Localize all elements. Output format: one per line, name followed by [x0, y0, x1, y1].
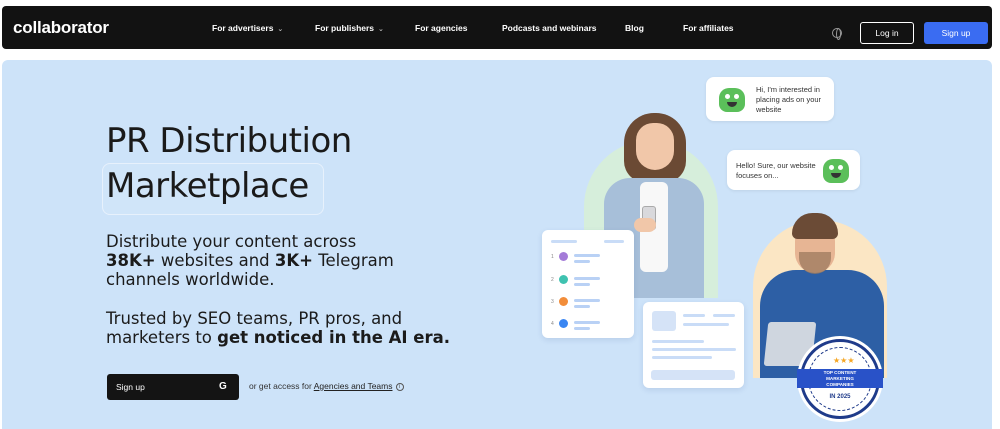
list-dot: [559, 319, 568, 328]
access-text: or get access for Agencies and Teams i: [249, 381, 404, 391]
info-icon[interactable]: i: [395, 382, 404, 391]
badge-year: IN 2025: [829, 394, 851, 400]
list-dot: [559, 252, 568, 261]
chevron-down-icon: ⌄: [378, 26, 384, 33]
login-button[interactable]: Log in: [860, 22, 914, 44]
nav-item-publishers[interactable]: For publishers ⌄: [315, 23, 384, 33]
signup-button[interactable]: Sign up: [924, 22, 988, 44]
nav-item-agencies[interactable]: For agencies: [415, 23, 467, 33]
badge-ribbon: TOP CONTENT MARKETING COMPANIES: [797, 369, 883, 388]
list-dot: [559, 275, 568, 284]
row-number: 4: [551, 321, 554, 327]
row-number: 1: [551, 254, 554, 260]
google-icon: G: [219, 381, 227, 392]
hero-signup-button[interactable]: Sign up G: [107, 374, 239, 400]
chat-bubble-publisher: Hello! Sure, our website focuses on...: [727, 150, 860, 190]
chat-bubble-advertiser: Hi, I'm interested in placing ads on you…: [706, 77, 834, 121]
nav-item-podcasts[interactable]: Podcasts and webinars: [502, 23, 596, 33]
monster-avatar-icon: [823, 159, 849, 183]
hero-title-line2: Marketplace: [106, 166, 309, 206]
chat-bubble-text: Hello! Sure, our website focuses on...: [736, 161, 816, 180]
agencies-teams-link[interactable]: Agencies and Teams: [314, 381, 393, 391]
star-icon: ★★★: [833, 356, 855, 365]
list-dot: [559, 297, 568, 306]
chat-bubble-text: Hi, I'm interested in placing ads on you…: [756, 85, 822, 114]
ranking-list-card: 1 2 3 4: [542, 230, 634, 338]
award-badge: ★★★ TOP CONTENT MARKETING COMPANIES IN 2…: [797, 339, 883, 419]
monster-avatar-icon: [719, 88, 745, 112]
content-form-card: [643, 302, 744, 388]
woman-face: [636, 123, 674, 170]
hero-signup-label: Sign up: [116, 382, 145, 392]
row-number: 2: [551, 277, 554, 283]
top-navbar: collaborator For advertisers ⌄ For publis…: [2, 6, 992, 49]
logo[interactable]: collaborator: [13, 18, 109, 38]
chevron-down-icon: ⌄: [277, 26, 284, 33]
globe-icon[interactable]: [832, 28, 842, 40]
row-number: 3: [551, 299, 554, 305]
form-button-placeholder: [651, 370, 735, 380]
page-edge: [993, 0, 1000, 429]
hero-description: Distribute your content across 38K+ webs…: [106, 232, 394, 289]
nav-item-blog[interactable]: Blog: [625, 23, 644, 33]
nav-item-affiliates[interactable]: For affiliates: [683, 23, 734, 33]
nav-item-advertisers[interactable]: For advertisers ⌄: [212, 23, 283, 33]
woman-hand: [634, 218, 656, 232]
image-placeholder-icon: [652, 311, 676, 331]
hero-trust-text: Trusted by SEO teams, PR pros, and marke…: [106, 309, 451, 347]
hero-title-line1: PR Distribution: [106, 121, 352, 161]
